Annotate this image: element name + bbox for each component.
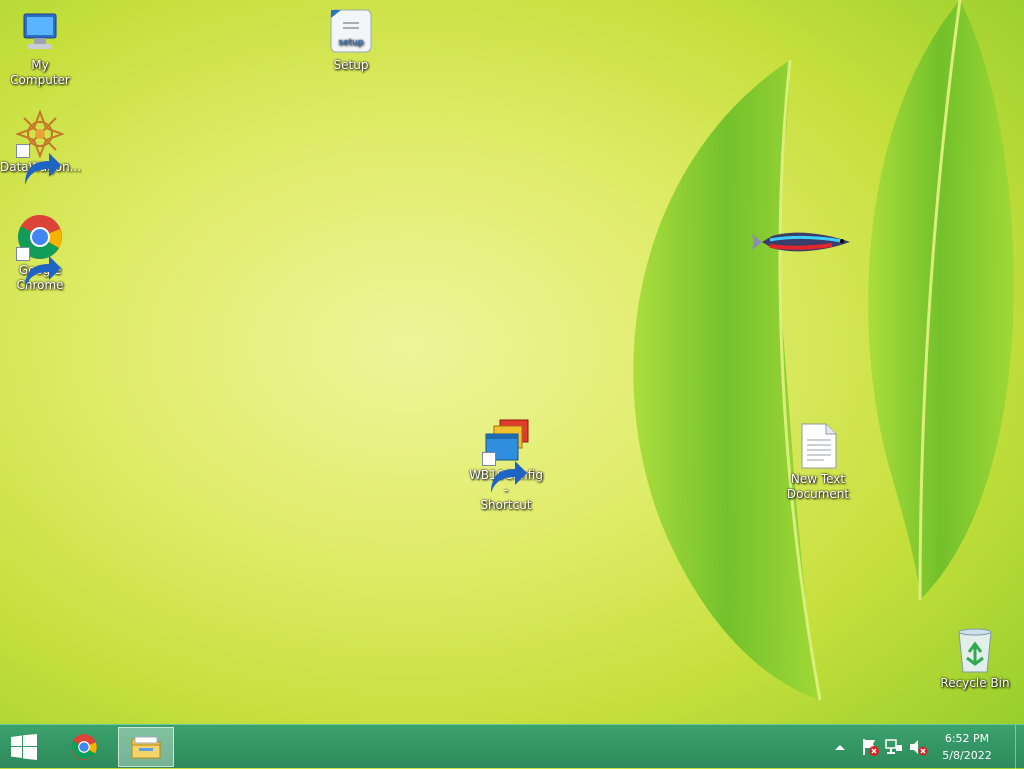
desktop-icon-setup[interactable]: setup Setup <box>311 8 391 73</box>
label: My Computer <box>10 58 70 87</box>
svg-text:setup: setup <box>338 38 363 48</box>
desktop-icon-google-chrome[interactable]: Google Chrome <box>0 213 80 293</box>
desktop-icon-recycle-bin[interactable]: Recycle Bin <box>935 626 1015 691</box>
text-document-icon <box>801 423 837 469</box>
wallpaper <box>633 0 1014 701</box>
chrome-icon <box>71 734 97 760</box>
recycle-bin-icon <box>958 628 992 673</box>
label: Setup <box>333 58 369 72</box>
windows-logo-icon <box>11 734 37 760</box>
taskbar: 6:52 PM 5/8/2022 <box>0 724 1024 769</box>
label: Recycle Bin <box>940 676 1010 690</box>
leaf-left <box>633 59 822 701</box>
show-hidden-icons-chevron-up-icon[interactable] <box>830 737 850 757</box>
show-desktop-button[interactable] <box>1015 725 1024 769</box>
taskbar-chrome-button[interactable] <box>60 727 108 767</box>
desktop-icon-my-computer[interactable]: My Computer <box>0 8 80 88</box>
action-center-flag-icon[interactable] <box>860 737 880 757</box>
desktop-icon-wb10config-shortcut[interactable]: WB10Config - Shortcut <box>466 418 546 513</box>
clock-time: 6:52 PM <box>944 732 990 745</box>
volume-muted-icon[interactable] <box>908 737 928 757</box>
clock-date: 5/8/2022 <box>942 749 992 762</box>
start-button[interactable] <box>0 727 48 767</box>
shortcut-arrow-icon <box>482 452 527 493</box>
folder-icon <box>131 736 161 759</box>
computer-icon <box>23 13 57 49</box>
label-line-2: Document <box>786 487 850 501</box>
shortcut-arrow-icon <box>16 247 61 288</box>
taskbar-file-explorer-button[interactable] <box>118 727 174 767</box>
leaf-right <box>868 0 1014 601</box>
network-icon[interactable] <box>884 737 904 757</box>
setup-icon: setup <box>330 9 372 53</box>
system-clock[interactable]: 6:52 PM 5/8/2022 <box>932 730 1002 764</box>
desktop-icon-datawagon[interactable]: DataWagon... <box>0 110 81 185</box>
desktop-icon-new-text-document[interactable]: New Text Document <box>778 422 858 502</box>
label-line-1: New Text <box>790 472 846 486</box>
shortcut-arrow-icon <box>16 144 61 185</box>
